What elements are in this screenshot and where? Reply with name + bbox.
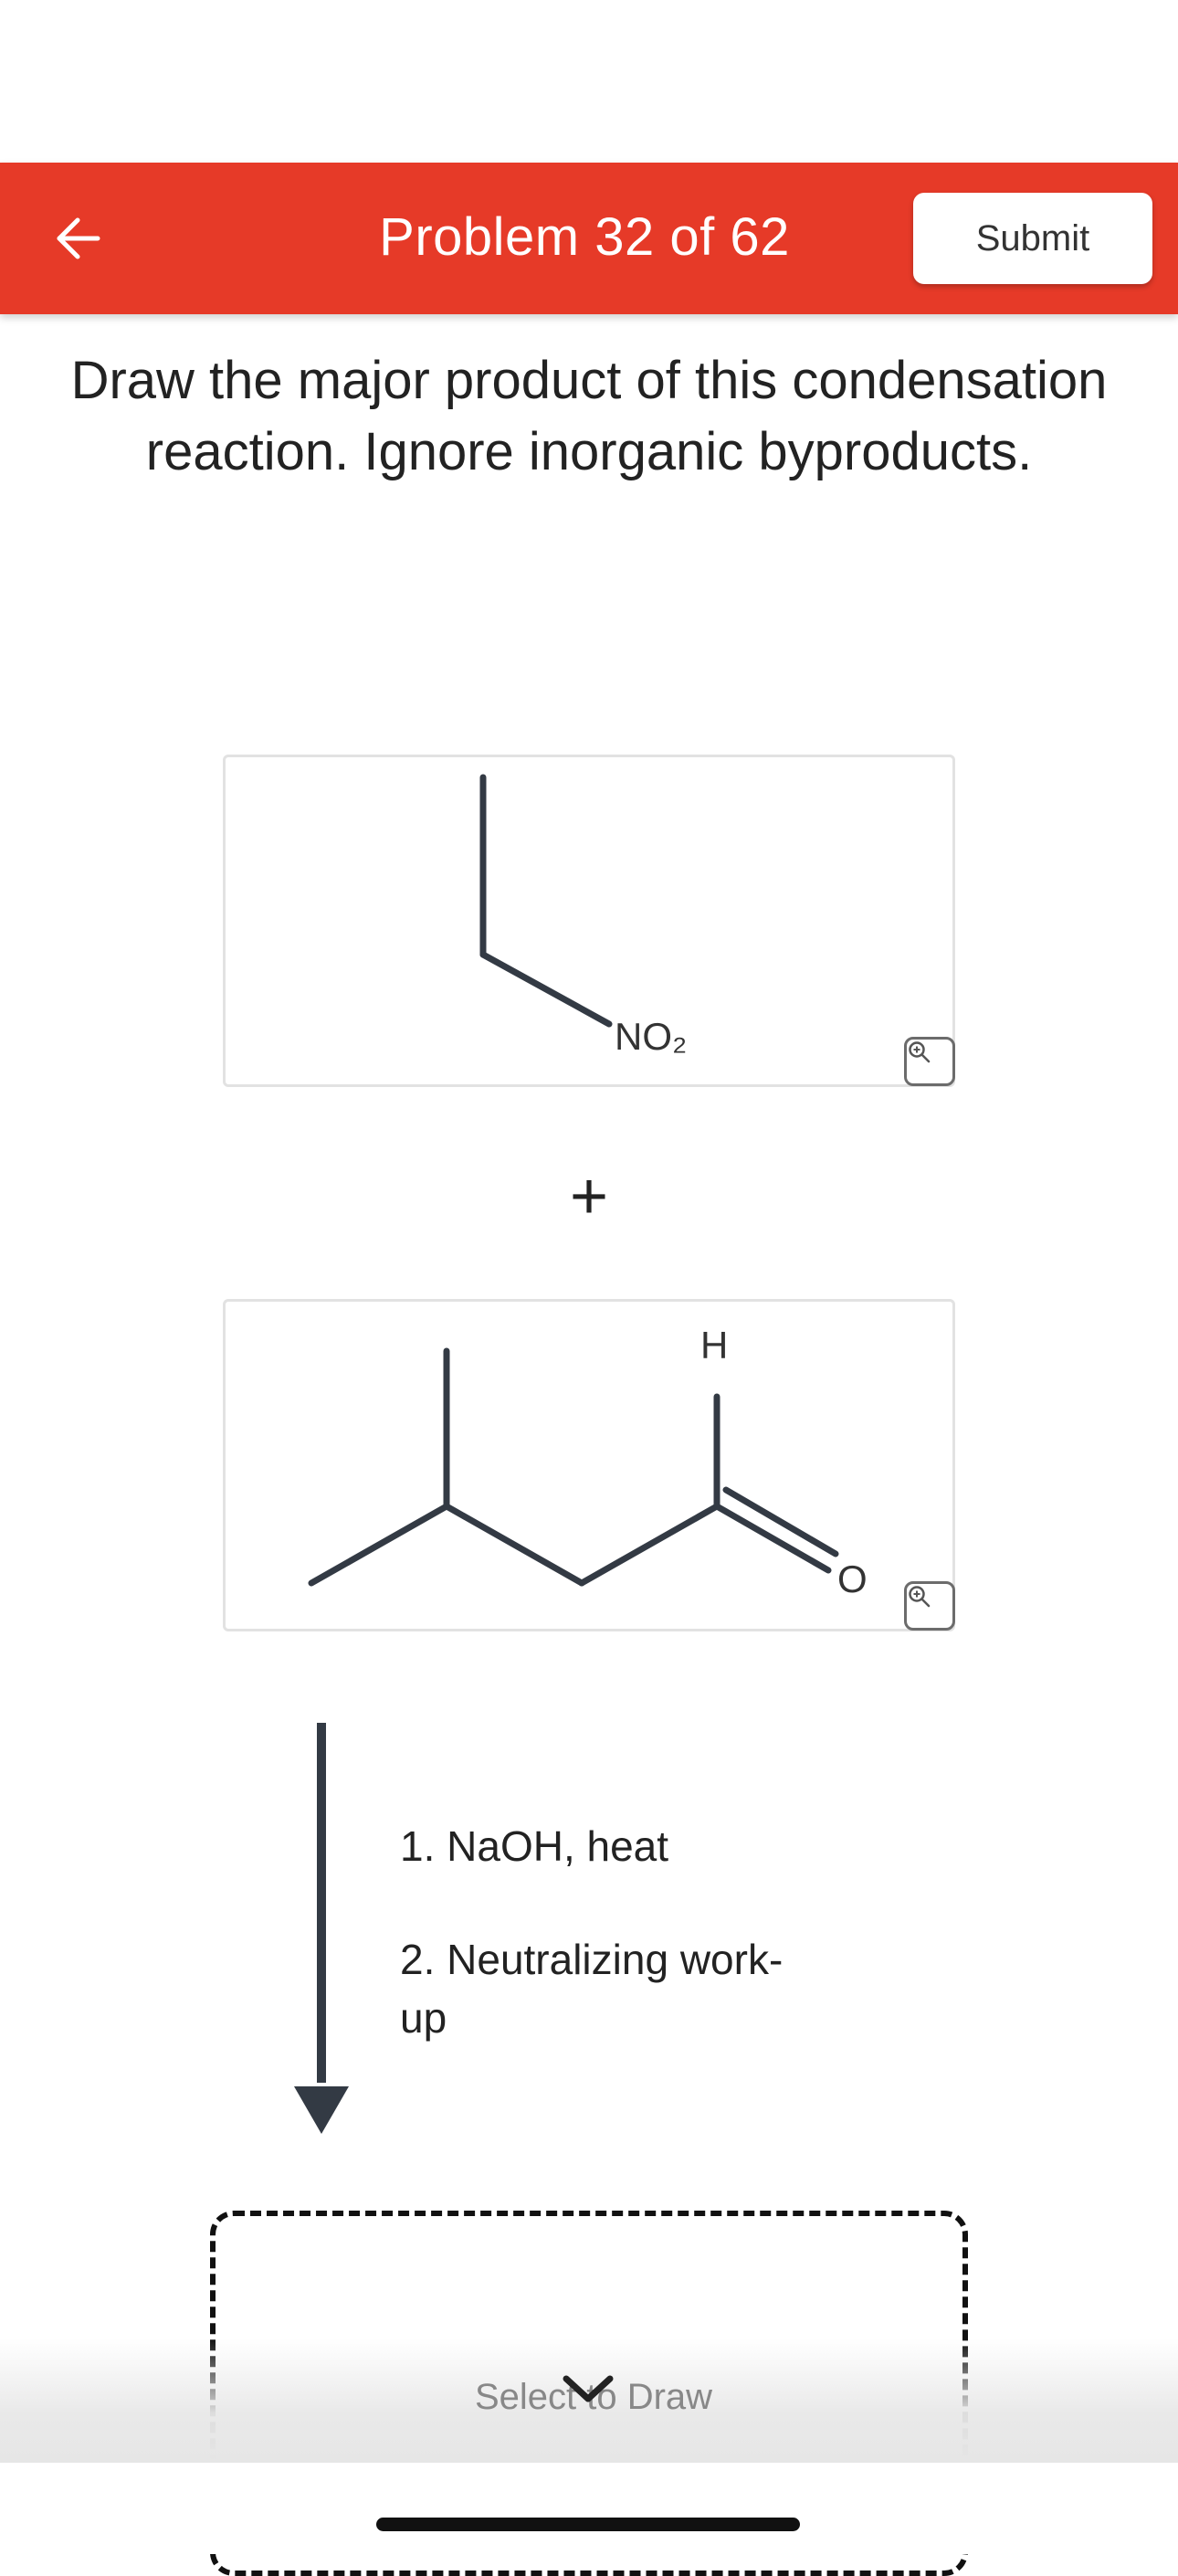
condition-step-2-line-2: up [400, 1994, 447, 2042]
nitropropane-structure [479, 774, 613, 1028]
oxygen-atom-label: O [837, 1557, 868, 1600]
plus-sign: + [569, 1160, 609, 1233]
top-header-bar: Problem 32 of 62 Submit [0, 163, 1178, 314]
reactant2-structure-box[interactable]: H O [223, 1299, 955, 1631]
home-indicator[interactable] [376, 2518, 800, 2531]
condition-step-1: 1. NaOH, heat [400, 1822, 669, 1870]
condition-step-2-line-1: 2. Neutralizing work- [400, 1936, 784, 1983]
nitro-group-label: NO₂ [615, 1015, 688, 1058]
reaction-arrow [294, 1723, 349, 2134]
zoom-in-icon [909, 1586, 931, 1608]
zoom-button-reactant1[interactable] [904, 1037, 955, 1086]
problem-counter-title: Problem 32 of 62 [379, 207, 790, 267]
home-indicator-area [0, 2463, 1178, 2554]
chevron-down-icon[interactable] [559, 2371, 617, 2408]
zoom-button-reactant2[interactable] [904, 1581, 955, 1631]
zoom-in-icon [909, 1041, 931, 1063]
reactant1-structure-box[interactable]: NO₂ [223, 755, 955, 1087]
hydrogen-atom-label: H [700, 1324, 729, 1367]
status-bar-area [0, 0, 1178, 163]
arrow-left-icon [57, 217, 100, 259]
back-button[interactable] [37, 197, 119, 280]
submit-button[interactable]: Submit [913, 193, 1152, 284]
question-text: Draw the major product of this condensat… [70, 351, 1108, 481]
